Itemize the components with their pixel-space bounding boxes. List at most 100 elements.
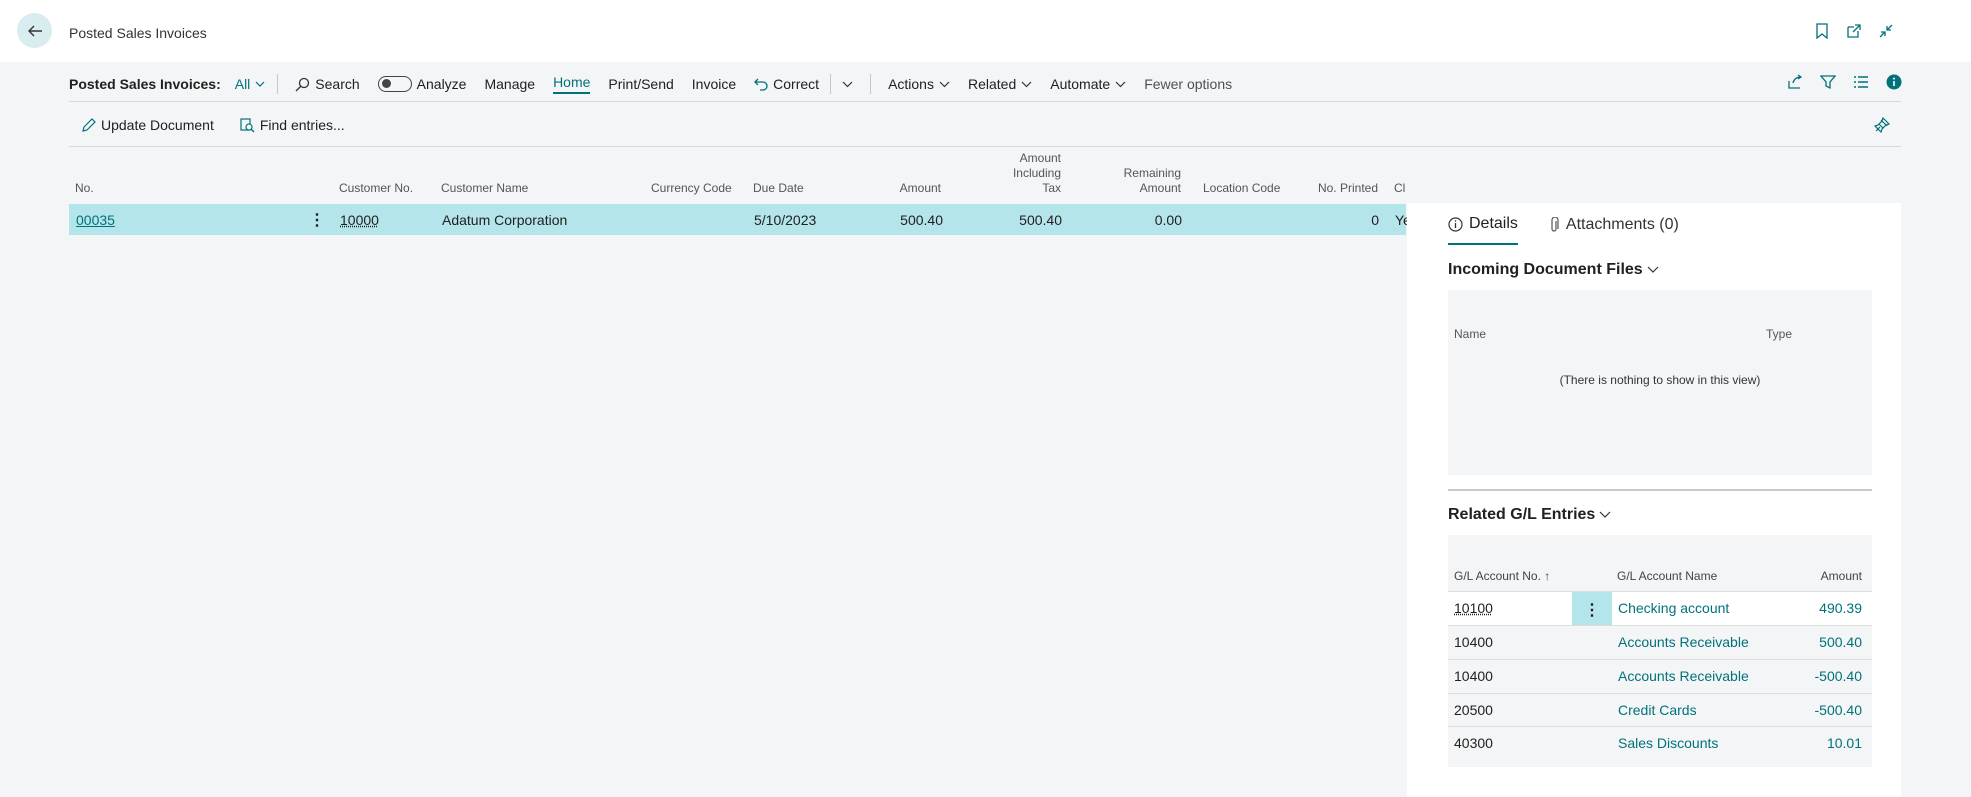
column-header-gl-account-no[interactable]: G/L Account No. ↑: [1454, 569, 1550, 583]
related-gl-entries-header[interactable]: Related G/L Entries: [1448, 506, 1611, 524]
related-gl-entries-panel: G/L Account No. ↑ G/L Account Name Amoun…: [1448, 535, 1872, 767]
chevron-down-icon: [842, 81, 853, 87]
related-menu[interactable]: Related: [959, 76, 1041, 92]
column-header-amount-including-tax[interactable]: Amount Including Tax: [969, 151, 1061, 196]
correct-button[interactable]: Correct: [745, 76, 828, 92]
print-send-tab[interactable]: Print/Send: [599, 76, 682, 92]
factbox-pane: Details Attachments (0) Incoming Documen…: [1407, 203, 1901, 797]
header-line: Remaining: [1123, 166, 1181, 180]
column-header-due-date[interactable]: Due Date: [753, 158, 833, 196]
filter-icon[interactable]: [1819, 73, 1837, 91]
undo-icon: [754, 78, 768, 91]
related-label: Related: [967, 76, 1017, 92]
pencil-icon: [82, 117, 96, 132]
correct-label: Correct: [773, 76, 820, 92]
amount-including-tax: 500.40: [1019, 212, 1062, 228]
header-line: Amount Including: [1012, 151, 1061, 180]
column-header-customer-no[interactable]: Customer No.: [339, 158, 439, 196]
gl-amount[interactable]: 500.40: [1819, 634, 1862, 650]
update-document-button[interactable]: Update Document: [69, 117, 228, 133]
toggle-switch[interactable]: [377, 76, 412, 92]
header-line: Tax: [1042, 181, 1061, 195]
pin-icon[interactable]: [1873, 116, 1891, 134]
gl-amount[interactable]: -500.40: [1815, 668, 1862, 684]
chevron-down-icon: [939, 81, 950, 87]
view-filter-dropdown[interactable]: All: [231, 76, 270, 92]
gl-amount[interactable]: 10.01: [1827, 735, 1862, 751]
search-icon: [295, 77, 310, 91]
tab-details[interactable]: Details: [1448, 215, 1518, 245]
column-header-amount[interactable]: Amount: [869, 158, 941, 196]
info-icon[interactable]: [1885, 73, 1903, 91]
collapse-icon[interactable]: [1877, 22, 1895, 40]
gl-account-name-link[interactable]: Credit Cards: [1618, 702, 1697, 718]
divider: [870, 74, 872, 94]
gl-account-no: 10400: [1454, 634, 1493, 650]
list-view-icon[interactable]: [1852, 73, 1870, 91]
fewer-options-button[interactable]: Fewer options: [1135, 76, 1241, 92]
gl-amount[interactable]: 490.39: [1819, 600, 1862, 616]
back-button[interactable]: [17, 13, 52, 48]
column-header-no[interactable]: No.: [75, 158, 195, 196]
open-new-window-icon[interactable]: [1845, 22, 1863, 40]
column-header-customer-name[interactable]: Customer Name: [441, 158, 591, 196]
home-tab[interactable]: Home: [544, 74, 599, 94]
bookmark-icon[interactable]: [1813, 22, 1831, 40]
search-label: Search: [315, 76, 360, 92]
due-date: 5/10/2023: [754, 212, 817, 228]
column-header-currency-code[interactable]: Currency Code: [651, 158, 741, 196]
gl-account-name-link[interactable]: Accounts Receivable: [1618, 668, 1749, 684]
table-row[interactable]: 10400 Accounts Receivable -500.40: [1448, 659, 1872, 693]
share-icon[interactable]: [1786, 73, 1804, 91]
gl-account-no: 10400: [1454, 668, 1493, 684]
table-row[interactable]: 20500 Credit Cards -500.40: [1448, 693, 1872, 727]
row-menu-icon[interactable]: ⋮: [309, 210, 325, 230]
table-row[interactable]: 10400 Accounts Receivable 500.40: [1448, 625, 1872, 659]
gl-account-name-link[interactable]: Checking account: [1618, 600, 1729, 616]
gl-account-no[interactable]: 10100: [1454, 600, 1493, 616]
empty-message: (There is nothing to show in this view): [1559, 373, 1761, 387]
actions-label: Actions: [888, 76, 934, 92]
column-header-closed[interactable]: Cl: [1394, 158, 1406, 196]
gl-account-name-link[interactable]: Accounts Receivable: [1618, 634, 1749, 650]
more-correct-dropdown[interactable]: [833, 81, 862, 88]
gl-account-no: 20500: [1454, 702, 1493, 718]
tab-details-label: Details: [1469, 215, 1518, 232]
view-filter-label: All: [234, 76, 251, 92]
automate-label: Automate: [1050, 76, 1111, 92]
divider: [69, 146, 1901, 147]
table-row[interactable]: 00035 ⋮ 10000 Adatum Corporation 5/10/20…: [69, 204, 1407, 235]
invoice-tab[interactable]: Invoice: [683, 76, 745, 92]
divider: [1448, 489, 1872, 491]
gl-account-name-link[interactable]: Sales Discounts: [1618, 735, 1718, 751]
analyze-toggle[interactable]: Analyze: [369, 76, 476, 92]
column-header-gl-account-name[interactable]: G/L Account Name: [1617, 569, 1717, 583]
column-header-no-printed[interactable]: No. Printed: [1299, 158, 1378, 196]
chevron-down-icon: [1115, 81, 1126, 87]
gl-amount[interactable]: -500.40: [1815, 702, 1862, 718]
column-header-location-code[interactable]: Location Code: [1203, 158, 1293, 196]
manage-tab[interactable]: Manage: [475, 76, 544, 92]
top-bar: Posted Sales Invoices: [0, 0, 1971, 62]
customer-no[interactable]: 10000: [340, 212, 379, 228]
search-button[interactable]: Search: [286, 76, 368, 92]
table-row[interactable]: 10100 ⋮ Checking account 490.39: [1448, 591, 1872, 625]
invoice-no-link[interactable]: 00035: [76, 212, 115, 228]
customer-name: Adatum Corporation: [442, 212, 568, 228]
table-row[interactable]: 40300 Sales Discounts 10.01: [1448, 726, 1872, 760]
row-menu-button[interactable]: ⋮: [1572, 592, 1612, 625]
column-header-remaining-amount[interactable]: Remaining Amount: [1089, 158, 1181, 196]
action-bar: Posted Sales Invoices: All Search Analyz…: [69, 68, 1901, 100]
header-line: Amount: [1139, 181, 1181, 195]
chevron-down-icon: [1647, 266, 1659, 273]
gl-account-no: 40300: [1454, 735, 1493, 751]
find-entries-button[interactable]: Find entries...: [228, 117, 359, 133]
info-outline-icon: [1448, 216, 1463, 232]
column-header-amount[interactable]: Amount: [1821, 569, 1862, 583]
column-header-type: Type: [1766, 327, 1793, 341]
tab-attachments[interactable]: Attachments (0): [1548, 215, 1679, 245]
automate-menu[interactable]: Automate: [1041, 76, 1135, 92]
actions-menu[interactable]: Actions: [879, 76, 959, 92]
incoming-document-files-header[interactable]: Incoming Document Files: [1448, 261, 1659, 279]
section-title: Related G/L Entries: [1448, 506, 1596, 523]
